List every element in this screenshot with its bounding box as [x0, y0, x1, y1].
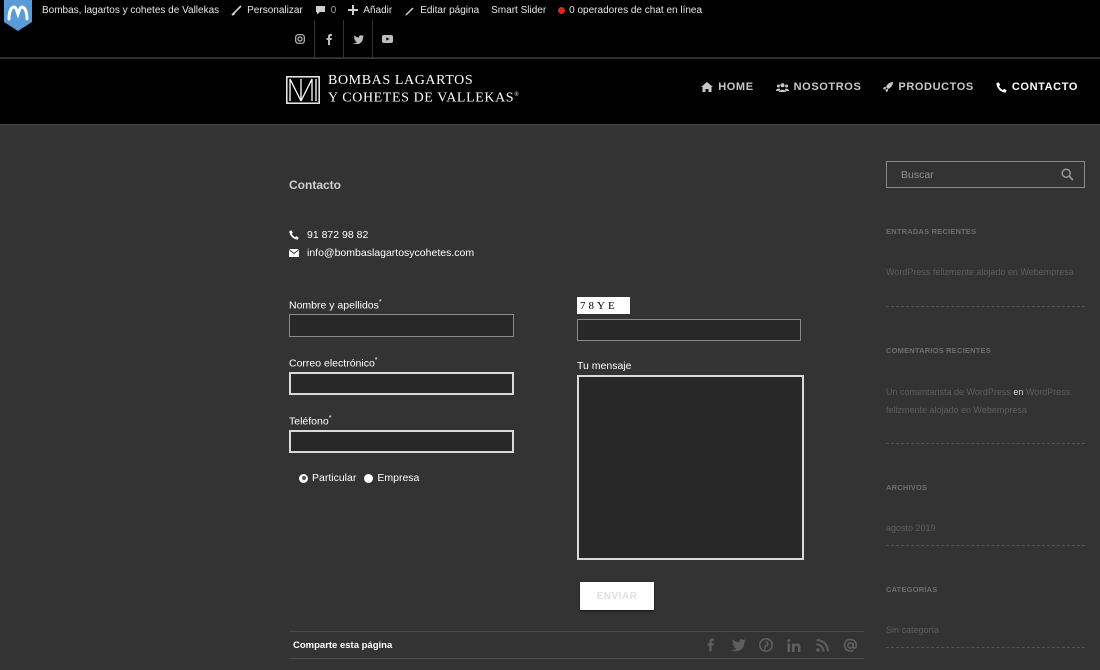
admin-add-new[interactable]: Añadir: [348, 5, 392, 16]
categories-title: CATEGORÍAS: [886, 585, 938, 594]
archive-link[interactable]: agosto 2019: [886, 520, 1085, 538]
comment-icon: [315, 6, 325, 15]
brand-logo-icon[interactable]: [286, 76, 320, 104]
recent-comment: Un comentarista de WordPress en WordPres…: [886, 387, 1071, 415]
site-header: BOMBAS LAGARTOS Y COHETES DE VALLEKAS® H…: [0, 59, 1100, 125]
youtube-link[interactable]: [373, 20, 402, 58]
share-twitter-icon[interactable]: [730, 637, 746, 653]
archives-title: ARCHIVOS: [886, 483, 928, 492]
youtube-icon: [382, 35, 393, 43]
divider: [886, 306, 1085, 307]
admin-chat-status[interactable]: 0 operadores de chat en línea: [558, 5, 702, 16]
admin-comments[interactable]: 0: [315, 5, 336, 16]
category-link[interactable]: Sin categoría: [886, 622, 1085, 640]
share-linkedin-icon[interactable]: [786, 637, 802, 653]
nav-productos[interactable]: PRODUCTOS: [883, 81, 973, 93]
admin-bar: Bombas, lagartos y cohetes de Vallekas P…: [0, 0, 1100, 31]
share-label: Comparte esta página: [293, 640, 393, 651]
search-input[interactable]: [887, 162, 1057, 187]
message-textarea[interactable]: [577, 375, 804, 560]
home-icon: [701, 82, 714, 92]
social-top-bar: [0, 20, 1100, 58]
share-bar: Comparte esta página: [289, 631, 864, 659]
admin-edit-page[interactable]: Editar página: [404, 5, 479, 16]
rocket-icon: [883, 82, 894, 92]
page-title: Contacto: [289, 178, 341, 192]
radio-empresa[interactable]: Empresa: [364, 472, 419, 484]
phone-icon: [996, 81, 1007, 93]
captcha-input[interactable]: [577, 319, 801, 341]
recent-posts-title: ENTRADAS RECIENTES: [886, 227, 977, 236]
divider: [886, 545, 1085, 546]
customer-type-radios: Particular Empresa: [299, 472, 427, 484]
facebook-icon: [326, 33, 332, 45]
facebook-link[interactable]: [315, 20, 344, 58]
divider: [886, 647, 1085, 648]
nav-contacto[interactable]: CONTACTO: [996, 81, 1078, 93]
twitter-icon: [352, 34, 364, 44]
nav-nosotros[interactable]: NOSOTROS: [775, 81, 862, 93]
pencil-icon: [405, 7, 414, 15]
share-email-icon[interactable]: [842, 637, 858, 653]
radio-unchecked-icon: [364, 473, 374, 483]
brush-icon: [231, 4, 242, 16]
twitter-link[interactable]: [344, 20, 373, 58]
admin-customize[interactable]: Personalizar: [231, 5, 303, 16]
share-pinterest-icon[interactable]: [758, 637, 774, 653]
envelope-icon: [289, 249, 299, 257]
plus-icon: [348, 5, 359, 15]
share-icons: [690, 637, 858, 653]
recent-comments-title: COMENTARIOS RECIENTES: [886, 346, 991, 355]
name-label: Nombre y apellidos*: [289, 299, 382, 312]
instagram-icon: [295, 34, 305, 44]
main-nav: HOME NOSOTROS PRODUCTOS CONTACTO: [679, 81, 1078, 93]
recent-post-link[interactable]: WordPress felizmente alojado en Webempre…: [886, 264, 1085, 282]
movistar-logo-icon[interactable]: [3, 0, 33, 32]
radio-checked-icon: [299, 473, 308, 483]
admin-site-name[interactable]: Bombas, lagartos y cohetes de Vallekas: [42, 5, 219, 16]
phone-icon: [289, 230, 299, 240]
comment-author-link[interactable]: Un comentarista de WordPress: [886, 387, 1011, 397]
admin-smart-slider[interactable]: Smart Slider: [491, 5, 546, 16]
contact-email[interactable]: info@bombaslagartosycohetes.com: [289, 247, 474, 259]
submit-button[interactable]: ENVIAR: [580, 582, 654, 610]
search-icon[interactable]: [1061, 168, 1074, 181]
message-label: Tu mensaje: [577, 360, 632, 372]
phone-label: Teléfono*: [289, 415, 332, 428]
instagram-link[interactable]: [286, 20, 315, 58]
divider: [886, 443, 1085, 444]
radio-particular[interactable]: Particular: [299, 472, 356, 484]
nav-home[interactable]: HOME: [701, 81, 753, 93]
captcha-image: 78YE: [577, 297, 630, 314]
chat-status-dot-icon: [558, 6, 566, 14]
share-rss-icon[interactable]: [814, 637, 830, 653]
share-facebook-icon[interactable]: [702, 637, 718, 653]
email-label: Correo electrónico*: [289, 357, 378, 370]
name-input[interactable]: [289, 314, 514, 337]
contact-phone: 91 872 98 82: [289, 229, 368, 241]
users-icon: [775, 82, 789, 92]
brand-logo-text[interactable]: BOMBAS LAGARTOS Y COHETES DE VALLEKAS®: [328, 74, 519, 106]
email-input[interactable]: [289, 372, 514, 395]
phone-input[interactable]: [289, 430, 514, 453]
search-box: [886, 161, 1085, 188]
